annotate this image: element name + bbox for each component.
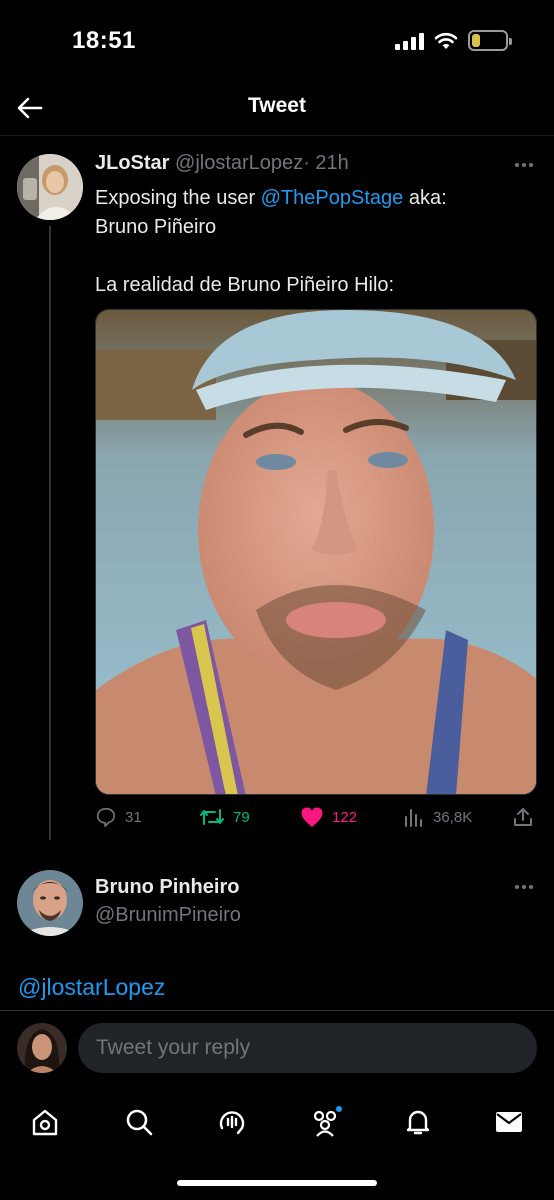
tweet-text-line3: La realidad de Bruno Piñeiro Hilo:	[95, 274, 395, 296]
notifications-icon	[406, 1110, 430, 1135]
wifi-icon	[434, 32, 458, 50]
tweet-more-button[interactable]	[512, 160, 536, 170]
separator: ·	[303, 152, 310, 174]
comment-icon	[96, 807, 116, 827]
share-button[interactable]	[512, 806, 534, 828]
battery-fill	[472, 34, 480, 47]
tab-search[interactable]	[117, 1100, 161, 1144]
retweet-button[interactable]: 79	[199, 806, 250, 828]
tweet-time: 21h	[315, 152, 349, 174]
reply-button[interactable]: 31	[95, 806, 142, 828]
heart-icon	[301, 807, 323, 827]
tab-spaces[interactable]	[210, 1100, 254, 1144]
tweet-media-photo[interactable]	[95, 309, 537, 795]
my-avatar[interactable]	[17, 1023, 67, 1073]
reply-author-name[interactable]: Bruno Pinheiro	[95, 876, 239, 899]
author-handle[interactable]: @jlostarLopez	[175, 152, 303, 174]
tab-home[interactable]	[23, 1100, 67, 1144]
page-title: Tweet	[248, 94, 306, 117]
views-count: 36,8K	[433, 808, 473, 826]
compose-bar: Tweet your reply	[0, 1010, 554, 1086]
top-header: Tweet	[0, 80, 554, 136]
retweet-icon	[200, 809, 224, 825]
spaces-icon	[219, 1111, 245, 1135]
tweet-text: Exposing the user @ThePopStage aka: Bruno…	[95, 184, 535, 329]
author-avatar[interactable]	[17, 154, 83, 220]
tweet-actions: 31 79 122 36,8K	[95, 806, 540, 834]
search-icon	[126, 1109, 153, 1136]
like-count: 122	[332, 808, 358, 826]
status-bar: 18:51 13	[0, 0, 554, 80]
selfie-photo	[96, 310, 536, 794]
tweet-text-suffix: aka:	[403, 187, 447, 209]
tab-communities[interactable]	[303, 1100, 347, 1144]
signal-icon	[395, 32, 424, 50]
reply-input[interactable]: Tweet your reply	[78, 1023, 537, 1073]
reply-more-button[interactable]	[512, 882, 536, 892]
tweet-text-prefix: Exposing the user	[95, 187, 261, 209]
retweet-count: 79	[233, 808, 250, 826]
share-icon	[514, 808, 532, 826]
status-icons: 13	[395, 30, 512, 51]
tweet-text-line2: Bruno Piñeiro	[95, 216, 217, 238]
tweet-mention-link[interactable]: @ThePopStage	[261, 187, 404, 209]
tab-messages[interactable]	[487, 1100, 531, 1144]
communities-icon	[313, 1106, 342, 1137]
views-button[interactable]: 36,8K	[403, 806, 472, 828]
tweet-header: JLoStar @jlostarLopez· 21h	[95, 152, 349, 175]
home-indicator	[177, 1180, 377, 1186]
views-icon	[405, 809, 422, 827]
reply-mention-link[interactable]: @jlostarLopez	[18, 974, 165, 1001]
reply-author-handle[interactable]: @BrunimPineiro	[95, 904, 241, 927]
reply-author-avatar[interactable]	[17, 870, 83, 936]
author-name[interactable]: JLoStar	[95, 152, 169, 174]
home-icon	[32, 1109, 58, 1136]
status-time: 18:51	[72, 27, 136, 54]
like-button[interactable]: 122	[300, 806, 357, 828]
battery-icon: 13	[468, 30, 512, 51]
reply-count: 31	[125, 808, 142, 826]
tab-notifications[interactable]	[396, 1100, 440, 1144]
battery-text: 13	[480, 32, 496, 49]
messages-icon	[496, 1112, 522, 1132]
thread-line	[49, 226, 51, 840]
